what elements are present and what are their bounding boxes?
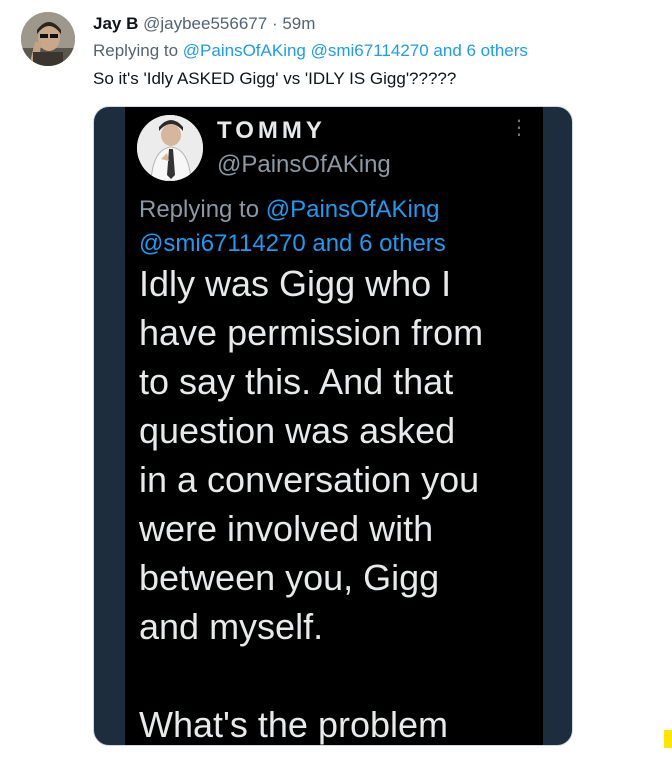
tweet-header: Jay B @jaybee556677 · 59m <box>93 13 315 35</box>
embedded-screenshot: TOMMY @PainsOfAKing ⋮ Replying to @Pains… <box>125 107 543 745</box>
embedded-author-handle: @PainsOfAKing <box>217 151 391 178</box>
separator: · <box>271 14 278 33</box>
more-vertical-icon: ⋮ <box>509 117 529 139</box>
scroll-indicator <box>664 730 672 748</box>
tweet-media-image[interactable]: TOMMY @PainsOfAKing ⋮ Replying to @Pains… <box>93 106 573 746</box>
embedded-mention: @PainsOfAKing <box>265 196 440 223</box>
embedded-author-name: TOMMY <box>217 117 326 144</box>
replying-to-label: Replying to <box>93 41 179 60</box>
embedded-replying-label: Replying to <box>139 196 260 223</box>
display-name[interactable]: Jay B <box>93 14 138 33</box>
tweet-text: So it's 'Idly ASKED Gigg' vs 'IDLY IS Gi… <box>93 69 457 88</box>
embedded-replying-to: Replying to @PainsOfAKing @smi67114270 a… <box>139 193 446 261</box>
profile-photo-icon <box>137 115 203 181</box>
embedded-mention-others: @smi67114270 and 6 others <box>139 230 446 257</box>
profile-photo-icon <box>21 12 75 66</box>
handle[interactable]: @jaybee556677 <box>143 14 267 33</box>
tweet-reply: Jay B @jaybee556677 · 59m Replying to @P… <box>0 0 672 778</box>
reply-mentions-link[interactable]: @PainsOfAKing @smi67114270 and 6 others <box>183 41 528 60</box>
timestamp[interactable]: 59m <box>282 14 315 33</box>
avatar[interactable] <box>21 12 75 66</box>
replying-to: Replying to @PainsOfAKing @smi67114270 a… <box>93 40 528 62</box>
embedded-avatar <box>137 115 203 181</box>
embedded-tweet-text: Idly was Gigg who I have permission from… <box>139 263 484 745</box>
